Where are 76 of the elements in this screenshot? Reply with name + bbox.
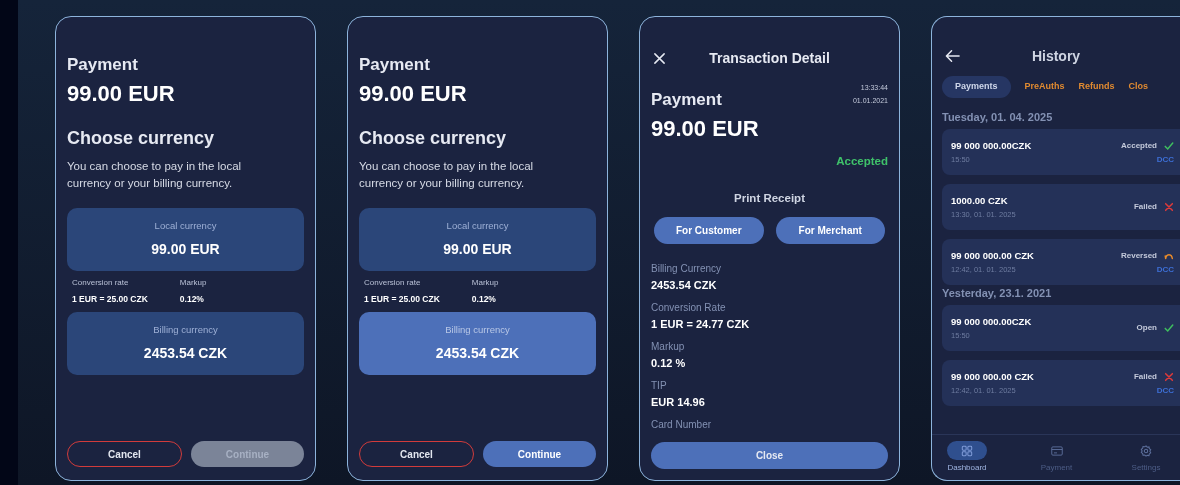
dcc-label: DCC (1156, 154, 1174, 165)
payment-amount: 99.00 EUR (651, 115, 760, 143)
status-text: Accepted (1121, 139, 1157, 152)
currency-option-card[interactable]: Local currency 99.00 EUR (67, 208, 304, 271)
print-button[interactable]: For Merchant (775, 216, 885, 244)
markup-label: Markup (471, 277, 499, 289)
dcc-label: DCC (1156, 385, 1174, 396)
card-icon (1050, 444, 1063, 457)
gear-icon (1140, 444, 1152, 457)
section-heading: Choose currency (67, 127, 216, 150)
history-tab[interactable]: Payments (942, 76, 1011, 98)
conversion-rate-value: 1 EUR = 25.00 CZK (72, 293, 148, 306)
back-arrow-icon[interactable] (945, 49, 960, 63)
transaction-amount: 99 000 000.00CZK (951, 315, 1032, 328)
print-receipt-label: Print Receipt (734, 191, 805, 207)
date-heading: Tuesday, 01. 04. 2025 (942, 110, 1054, 125)
transaction-amount: 1000.00 CZK (951, 194, 1009, 207)
markup-value: 0.12% (179, 293, 205, 306)
option-label: Billing currency (445, 323, 510, 338)
status-text: Failed (1133, 370, 1157, 383)
nav-item[interactable]: Dashboard (937, 441, 997, 474)
option-value: 2453.54 CZK (435, 343, 520, 363)
section-heading: Choose currency (359, 127, 508, 150)
date-heading: Yesterday, 23.1. 2021 (942, 286, 1053, 301)
screen-title: Payment (359, 54, 431, 76)
status-text: Reversed (1120, 249, 1157, 262)
close-button[interactable]: Close (651, 442, 888, 469)
transaction-amount: 99 000 000.00 CZK (951, 370, 1034, 383)
description-text: You can choose to pay in the local currency or your billing currency. (67, 159, 243, 191)
screen-title: History (1031, 46, 1081, 66)
history-tab[interactable]: Clos (1128, 76, 1149, 98)
print-button[interactable]: For Customer (654, 216, 764, 244)
cross-icon (1164, 202, 1174, 212)
option-value: 99.00 EUR (443, 239, 512, 259)
currency-option-card[interactable]: Local currency 99.00 EUR (359, 208, 596, 271)
field-label: Card Number (651, 417, 713, 432)
field-value: 0.12 % (651, 355, 687, 371)
option-label: Billing currency (153, 323, 218, 338)
option-label: Local currency (446, 219, 509, 234)
markup-label: Markup (179, 277, 207, 289)
dcc-label: DCC (1156, 264, 1174, 275)
history-tab[interactable]: PreAuths (1024, 76, 1065, 98)
grid-icon (961, 444, 973, 457)
transaction-amount: 99 000 000.00 CZK (951, 249, 1034, 262)
cross-icon (1164, 371, 1174, 382)
field-value: 1 EUR = 24.77 CZK (651, 316, 751, 332)
close-icon[interactable] (653, 52, 666, 65)
conversion-rate-value: 1 EUR = 25.00 CZK (364, 293, 440, 306)
continue-button[interactable]: Continue (483, 441, 596, 467)
field-label: Billing Currency (651, 261, 723, 276)
field-value: 2453.54 CZK (651, 277, 718, 293)
field-value: EUR 14.96 (651, 394, 706, 410)
status-text: Accepted (836, 154, 888, 169)
payment-amount: 99.00 EUR (67, 80, 176, 108)
description-text: You can choose to pay in the local currency or your billing currency. (359, 159, 535, 191)
status-text: Failed (1133, 201, 1157, 213)
markup-value: 0.12% (471, 293, 497, 306)
field-label: Conversion Rate (651, 300, 727, 315)
conversion-rate-label: Conversion rate (364, 277, 422, 289)
field-label: Markup (651, 339, 686, 354)
status-text: Open (1136, 322, 1157, 334)
currency-option-card[interactable]: Billing currency 2453.54 CZK (359, 312, 596, 375)
payment-amount: 99.00 EUR (359, 80, 468, 108)
screen-title: Payment (67, 54, 139, 76)
check-icon (1164, 140, 1174, 151)
option-value: 2453.54 CZK (143, 343, 228, 363)
screen-title: Transaction Detail (709, 48, 830, 68)
option-value: 99.00 EUR (151, 239, 220, 259)
transaction-amount: 99 000 000.00CZK (951, 139, 1032, 152)
field-label: TIP (651, 378, 668, 393)
check-icon (1164, 323, 1174, 333)
transaction-type: Payment (651, 89, 722, 111)
history-tab[interactable]: Refunds (1078, 76, 1115, 98)
conversion-rate-label: Conversion rate (72, 277, 130, 289)
option-label: Local currency (154, 219, 217, 234)
currency-option-card[interactable]: Billing currency 2453.54 CZK (67, 312, 304, 375)
